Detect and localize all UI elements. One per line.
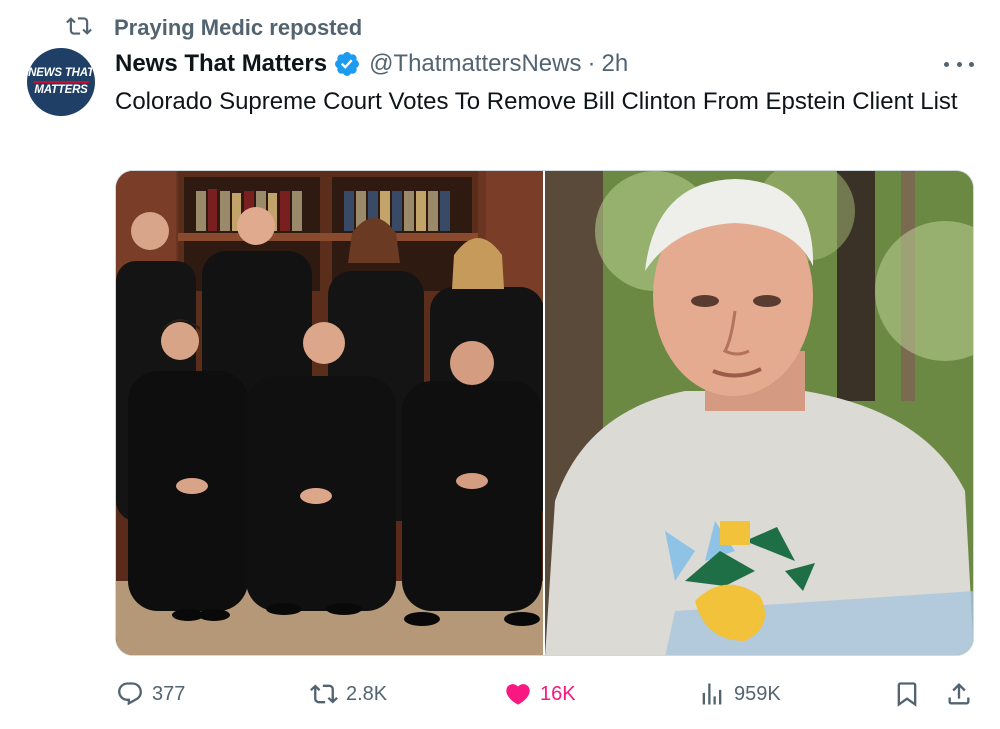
- repost-icon: [310, 684, 338, 704]
- avatar-text-line2: MATTERS: [34, 84, 88, 96]
- tweet-media[interactable]: [115, 170, 974, 656]
- views-count: 959K: [734, 682, 781, 705]
- tweet-header: News That Matters @ThatmattersNews · 2h: [115, 48, 628, 80]
- tweet-text: Colorado Supreme Court Votes To Remove B…: [115, 88, 958, 115]
- more-dot: [956, 61, 962, 67]
- author-name[interactable]: News That Matters: [115, 50, 327, 78]
- avatar-divider: [33, 81, 89, 83]
- share-button[interactable]: [945, 672, 973, 716]
- bookmark-icon: [897, 682, 917, 707]
- repost-count: 2.8K: [346, 682, 388, 705]
- more-dot: [944, 61, 949, 67]
- reply-button[interactable]: 377: [116, 672, 185, 716]
- more-dot: [969, 61, 974, 67]
- repost-context[interactable]: Praying Medic reposted: [66, 14, 362, 42]
- bookmark-button[interactable]: [893, 672, 921, 716]
- views-button[interactable]: 959K: [698, 672, 781, 716]
- more-icon[interactable]: [944, 54, 974, 74]
- avatar[interactable]: NEWS THAT MATTERS: [27, 48, 95, 116]
- tweet-actions: 377 2.8K 16K 959K: [0, 672, 1000, 716]
- header-separator: ·: [587, 50, 596, 77]
- author-handle[interactable]: @ThatmattersNews: [369, 50, 581, 78]
- repost-button[interactable]: 2.8K: [310, 672, 387, 716]
- media-photo-portrait[interactable]: [545, 171, 973, 655]
- views-icon: [702, 683, 722, 705]
- repost-label: Praying Medic reposted: [114, 15, 363, 40]
- media-photo-justices[interactable]: [116, 171, 543, 655]
- verified-badge-icon[interactable]: [333, 50, 361, 78]
- tweet-timestamp[interactable]: 2h: [601, 50, 628, 78]
- heart-icon: [506, 684, 530, 705]
- like-count: 16K: [540, 682, 576, 705]
- reply-icon: [118, 682, 142, 706]
- like-button[interactable]: 16K: [504, 672, 576, 716]
- reply-count: 377: [152, 682, 186, 705]
- repost-icon: [66, 13, 92, 44]
- avatar-text-line1: NEWS THAT: [28, 67, 94, 79]
- share-icon: [948, 683, 970, 705]
